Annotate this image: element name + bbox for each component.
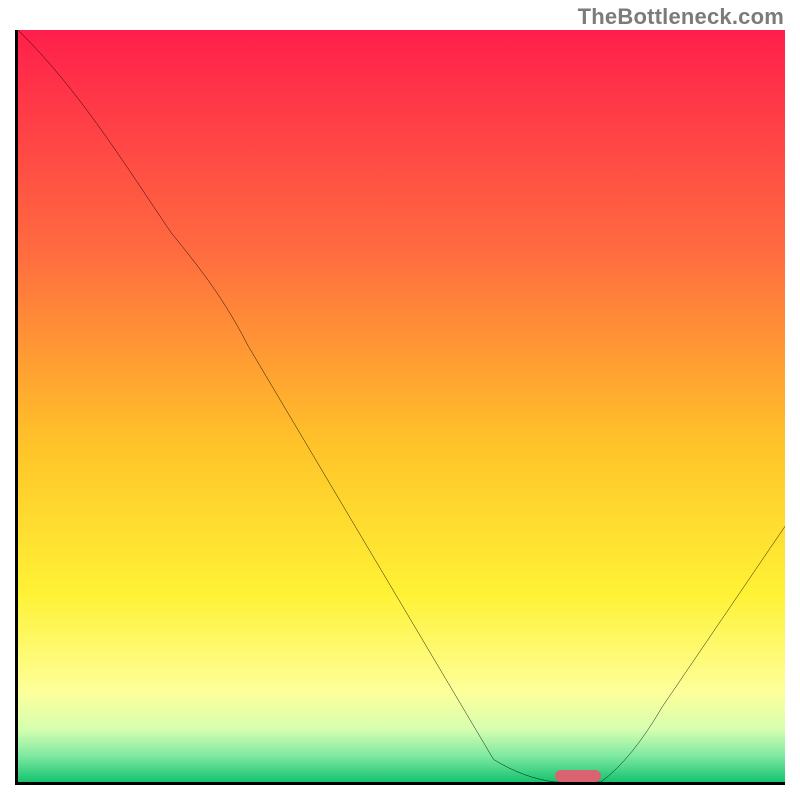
optimum-marker xyxy=(555,770,601,782)
plot-area xyxy=(15,30,785,785)
watermark-text: TheBottleneck.com xyxy=(578,4,784,30)
bottleneck-curve xyxy=(18,30,785,782)
bottleneck-chart: TheBottleneck.com xyxy=(0,0,800,800)
